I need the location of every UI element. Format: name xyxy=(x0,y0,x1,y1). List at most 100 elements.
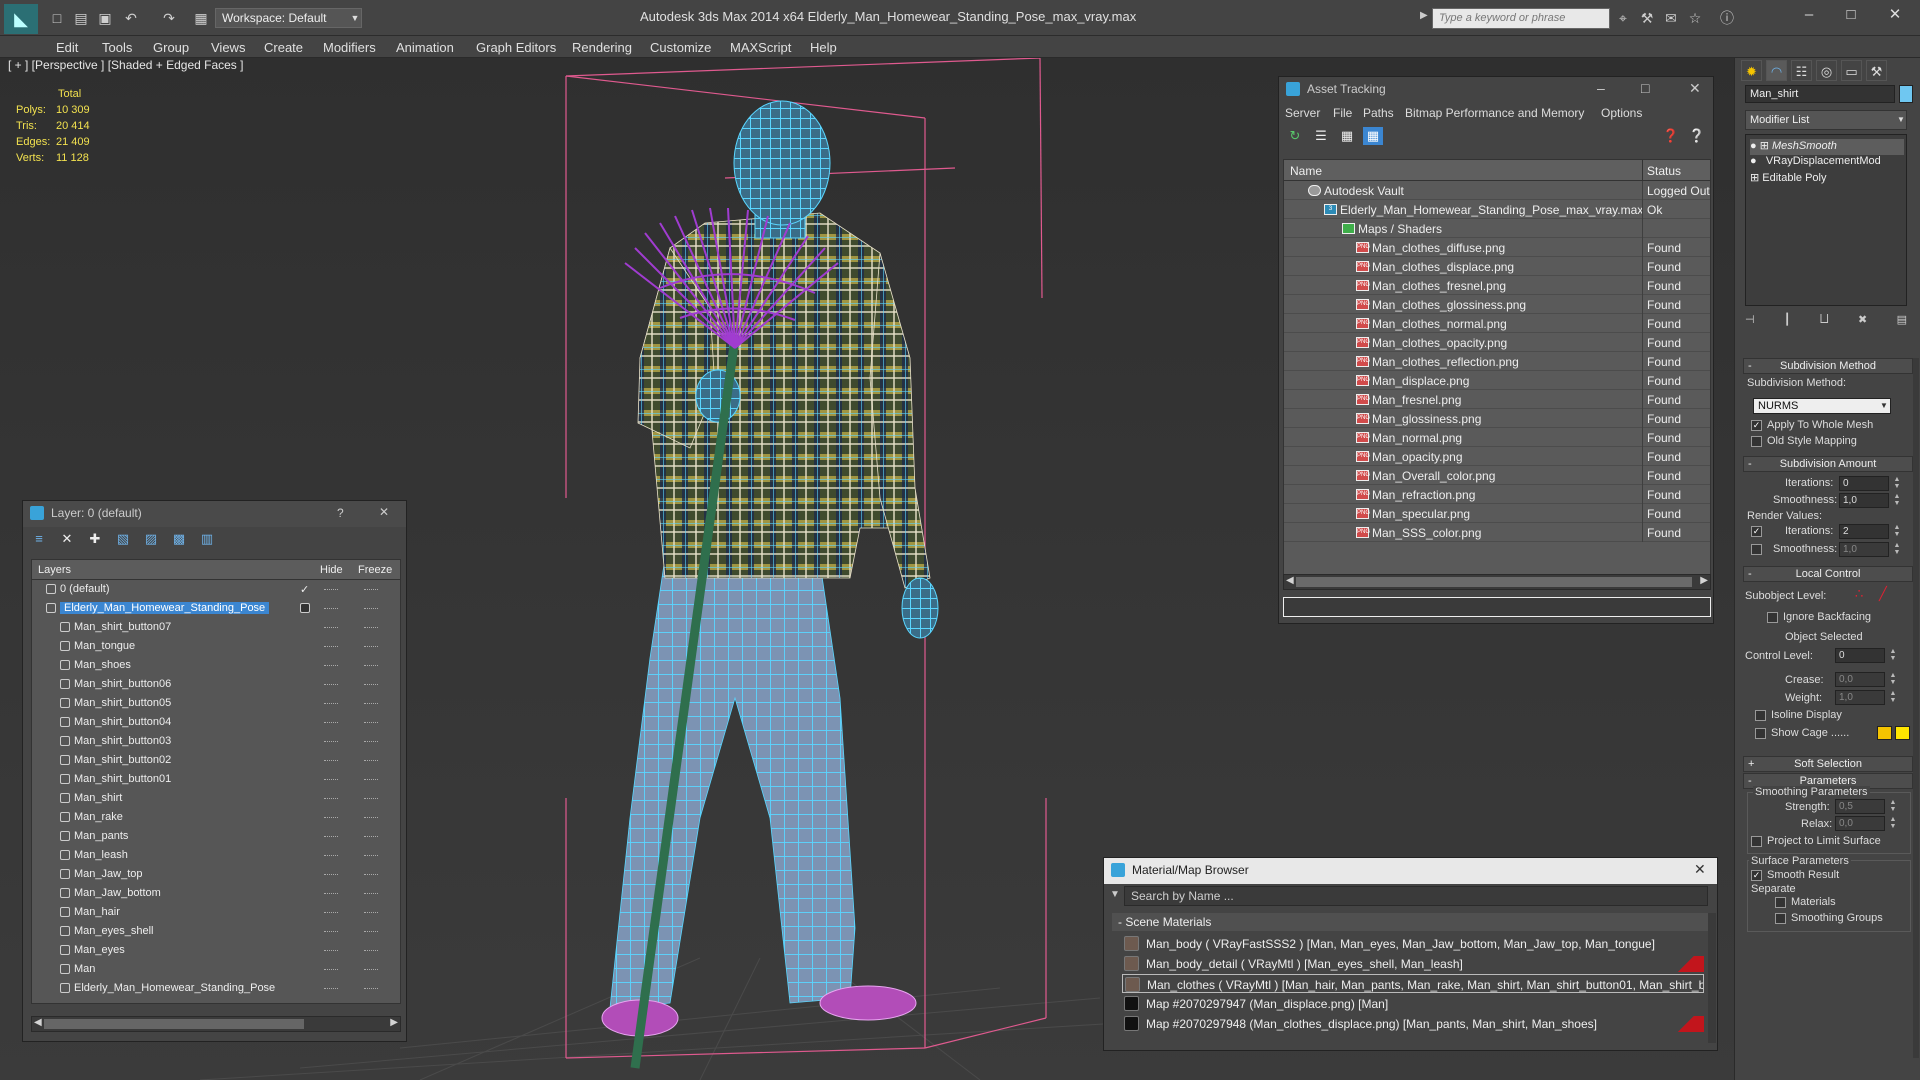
menu-animation[interactable]: Animation xyxy=(396,40,454,55)
layer-row[interactable]: Man_shirt_button01 xyxy=(32,770,400,789)
layer-panel-close-button[interactable]: ✕ xyxy=(379,505,389,519)
layer-row[interactable]: Man_shirt_button05 xyxy=(32,694,400,713)
minimize-icon[interactable]: – xyxy=(1794,4,1824,26)
asset-menu-server[interactable]: Server xyxy=(1285,106,1320,120)
isoline-display-checkbox[interactable] xyxy=(1755,710,1766,721)
material-row[interactable]: Map #2070297948 (Man_clothes_displace.pn… xyxy=(1122,1014,1704,1033)
cage-color-swatch-2[interactable] xyxy=(1895,726,1910,740)
freeze-toggle[interactable] xyxy=(364,608,378,609)
relax-spinner[interactable]: 0,0 xyxy=(1835,816,1885,831)
help-icon[interactable]: ⓘ xyxy=(1718,9,1736,27)
menu-modifiers[interactable]: Modifiers xyxy=(323,40,376,55)
layer-row[interactable]: Man_shoes xyxy=(32,656,400,675)
column-name[interactable]: Name xyxy=(1290,164,1322,178)
add-to-layer-icon[interactable]: ✚ xyxy=(85,530,105,548)
layer-row[interactable]: Man_eyes xyxy=(32,941,400,960)
material-browser-title-bar[interactable]: Material/Map Browser ✕ xyxy=(1104,858,1717,884)
select-objects-icon[interactable]: ▧ xyxy=(113,530,133,548)
material-row[interactable]: Man_clothes ( VRayMtl ) [Man_hair, Man_p… xyxy=(1122,974,1704,993)
menu-maxscript[interactable]: MAXScript xyxy=(730,40,791,55)
save-icon[interactable]: ▣ xyxy=(96,9,114,27)
asset-row[interactable]: PNG Man_Overall_color.png Found xyxy=(1284,466,1710,485)
workspace-select[interactable]: Workspace: Default xyxy=(215,8,362,28)
subdivision-method-select[interactable]: NURMS xyxy=(1753,398,1891,414)
chevron-left-icon[interactable]: ◀ xyxy=(34,1017,42,1028)
hide-toggle[interactable] xyxy=(324,931,338,932)
separate-smoothing-groups-checkbox[interactable] xyxy=(1775,913,1786,924)
freeze-toggle[interactable] xyxy=(364,931,378,932)
freeze-toggle[interactable] xyxy=(364,836,378,837)
asset-row[interactable]: PNG Man_clothes_opacity.png Found xyxy=(1284,333,1710,352)
layer-row[interactable]: Man_Jaw_top xyxy=(32,865,400,884)
asset-row[interactable]: PNG Man_clothes_fresnel.png Found xyxy=(1284,276,1710,295)
light-bulb-icon[interactable]: ● xyxy=(1750,140,1757,152)
freeze-toggle[interactable] xyxy=(364,893,378,894)
weight-spinner[interactable]: 1,0 xyxy=(1835,690,1885,705)
hide-toggle[interactable] xyxy=(324,855,338,856)
freeze-toggle[interactable] xyxy=(364,703,378,704)
hide-toggle[interactable] xyxy=(324,722,338,723)
show-cage-checkbox[interactable] xyxy=(1755,728,1766,739)
asset-row[interactable]: PNG Man_clothes_normal.png Found xyxy=(1284,314,1710,333)
asset-row[interactable]: 3 Elderly_Man_Homewear_Standing_Pose_max_… xyxy=(1284,200,1710,219)
asset-row[interactable]: PNG Man_clothes_reflection.png Found xyxy=(1284,352,1710,371)
freeze-toggle[interactable] xyxy=(364,969,378,970)
scrollbar-thumb[interactable] xyxy=(1296,577,1692,587)
freeze-all-icon[interactable]: ▥ xyxy=(197,530,217,548)
object-color-swatch[interactable] xyxy=(1899,85,1913,103)
hide-toggle[interactable] xyxy=(324,893,338,894)
asset-row[interactable]: PNG Man_clothes_displace.png Found xyxy=(1284,257,1710,276)
asset-row[interactable]: PNG Man_refraction.png Found xyxy=(1284,485,1710,504)
layer-row[interactable]: Man_shirt_button07 xyxy=(32,618,400,637)
subscription-icon[interactable]: ⚒ xyxy=(1638,9,1656,27)
menu-rendering[interactable]: Rendering xyxy=(572,40,632,55)
layer-row[interactable]: Man_Jaw_bottom xyxy=(32,884,400,903)
asset-path-field[interactable] xyxy=(1283,597,1711,617)
freeze-toggle[interactable] xyxy=(364,722,378,723)
active-layer-check-icon[interactable]: ✓ xyxy=(300,583,309,596)
stack-item-editable-poly[interactable]: ⊞ Editable Poly xyxy=(1750,171,1827,187)
modifier-stack[interactable]: ● ⊞ MeshSmooth ● VRayDisplacementMod ⊞ E… xyxy=(1745,134,1907,306)
hide-toggle[interactable] xyxy=(324,817,338,818)
iterations-spinner[interactable]: 0 xyxy=(1839,476,1889,491)
freeze-toggle[interactable] xyxy=(364,589,378,590)
hide-toggle[interactable] xyxy=(324,741,338,742)
options-menu-icon[interactable]: ▼ xyxy=(1110,889,1120,900)
hide-toggle[interactable] xyxy=(324,950,338,951)
layer-row[interactable]: Man_tongue xyxy=(32,637,400,656)
hide-toggle[interactable] xyxy=(324,665,338,666)
cage-color-swatch-1[interactable] xyxy=(1877,726,1892,740)
display-tab-icon[interactable]: ▭ xyxy=(1841,60,1862,81)
separate-materials-checkbox[interactable] xyxy=(1775,897,1786,908)
chevron-left-icon[interactable]: ◀ xyxy=(1286,575,1294,586)
refresh-icon[interactable]: ↻ xyxy=(1285,127,1305,145)
communication-icon[interactable]: ✉ xyxy=(1662,9,1680,27)
edge-subobject-icon[interactable]: ╱ xyxy=(1879,586,1887,602)
asset-row[interactable]: PNG Man_clothes_diffuse.png Found xyxy=(1284,238,1710,257)
hierarchy-tab-icon[interactable]: ☷ xyxy=(1791,60,1812,81)
material-map-browser[interactable]: Material/Map Browser ✕ ▼ Search by Name … xyxy=(1103,857,1718,1051)
column-hide[interactable]: Hide xyxy=(320,564,343,576)
create-layer-icon[interactable]: ≡ xyxy=(29,530,49,548)
delete-layer-icon[interactable]: ✕ xyxy=(57,530,77,548)
layer-row[interactable]: Man_leash xyxy=(32,846,400,865)
command-panel-scrollbar[interactable] xyxy=(1913,358,1919,1058)
hide-toggle[interactable] xyxy=(324,684,338,685)
spinner-arrows-icon[interactable]: ▲ ▼ xyxy=(1889,690,1897,705)
spinner-arrows-icon[interactable]: ▲ ▼ xyxy=(1893,542,1901,557)
minimize-icon[interactable]: – xyxy=(1597,80,1605,96)
freeze-toggle[interactable] xyxy=(364,741,378,742)
column-freeze[interactable]: Freeze xyxy=(358,564,392,576)
spinner-arrows-icon[interactable]: ▲ ▼ xyxy=(1893,524,1901,539)
spinner-arrows-icon[interactable]: ▲ ▼ xyxy=(1889,799,1897,814)
layer-row[interactable]: Man_eyes_shell xyxy=(32,922,400,941)
layer-panel-title-bar[interactable]: Layer: 0 (default) ? ✕ xyxy=(23,501,406,527)
maximize-icon[interactable]: □ xyxy=(1641,80,1649,96)
asset-row[interactable]: PNG Man_fresnel.png Found xyxy=(1284,390,1710,409)
asset-horizontal-scrollbar[interactable]: ◀ ▶ xyxy=(1283,574,1711,590)
menu-customize[interactable]: Customize xyxy=(650,40,711,55)
menu-group[interactable]: Group xyxy=(153,40,189,55)
hide-toggle[interactable] xyxy=(324,646,338,647)
object-name-field[interactable]: Man_shirt xyxy=(1745,85,1895,103)
layer-row[interactable]: Man_shirt_button04 xyxy=(32,713,400,732)
